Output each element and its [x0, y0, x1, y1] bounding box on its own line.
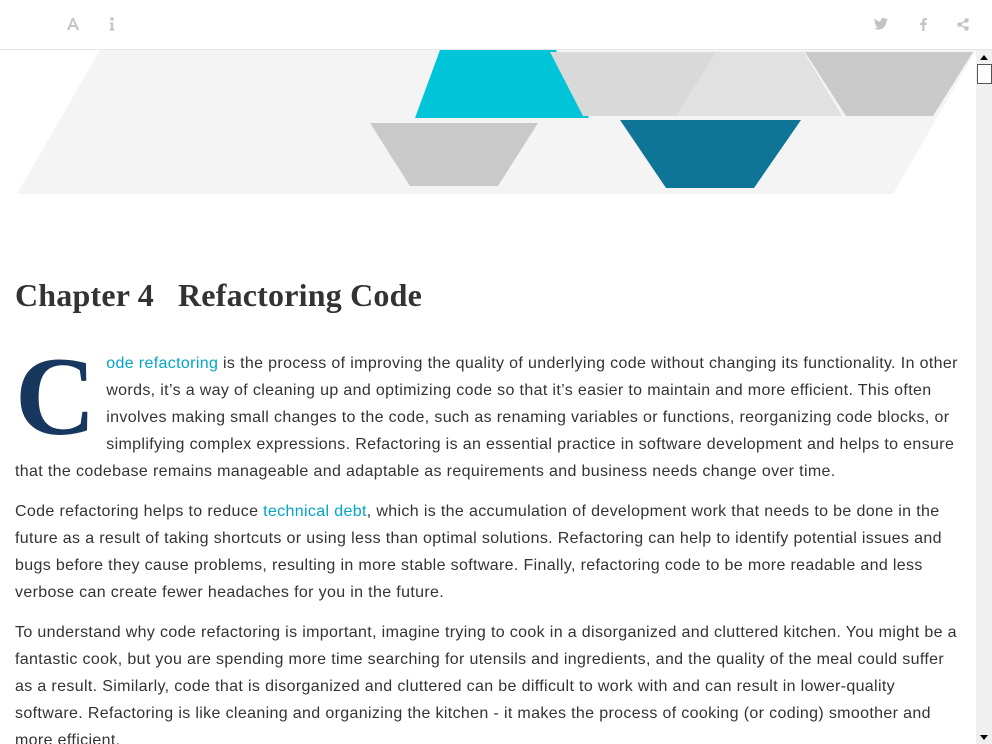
chapter-title: Refactoring Code	[178, 277, 423, 313]
scrollbar-thumb[interactable]	[977, 64, 992, 84]
chapter-heading: Chapter 4 Refactoring Code	[15, 276, 962, 314]
facebook-icon[interactable]	[913, 14, 933, 34]
scroll-up-arrow-icon[interactable]	[976, 50, 992, 64]
font-size-icon[interactable]	[63, 14, 83, 34]
paragraph-1-text: is the process of improving the quality …	[15, 355, 958, 480]
chapter-banner-graphic	[17, 50, 976, 194]
paragraph-1: Code refactoring is the process of impro…	[15, 335, 962, 485]
paragraph-2-text-start: Code refactoring helps to reduce	[15, 503, 264, 520]
reader-toolbar	[0, 0, 992, 50]
technical-debt-link[interactable]: technical debt	[263, 503, 367, 520]
drop-cap: C	[15, 335, 97, 459]
vertical-scrollbar[interactable]	[976, 50, 992, 744]
info-icon[interactable]	[102, 14, 122, 34]
scroll-down-arrow-icon[interactable]	[976, 730, 992, 744]
paragraph-3-text: To understand why code refactoring is im…	[15, 624, 957, 744]
paragraph-2: Code refactoring helps to reduce technic…	[15, 498, 962, 606]
share-icon[interactable]	[953, 14, 973, 34]
paragraph-3: To understand why code refactoring is im…	[15, 619, 962, 744]
chapter-number: Chapter 4	[15, 277, 154, 313]
reading-pane[interactable]: Chapter 4 Refactoring Code Code refactori…	[0, 50, 976, 744]
code-refactoring-link[interactable]: ode refactoring	[106, 355, 218, 372]
twitter-icon[interactable]	[871, 14, 891, 34]
chapter-content: Chapter 4 Refactoring Code Code refactori…	[15, 276, 962, 744]
